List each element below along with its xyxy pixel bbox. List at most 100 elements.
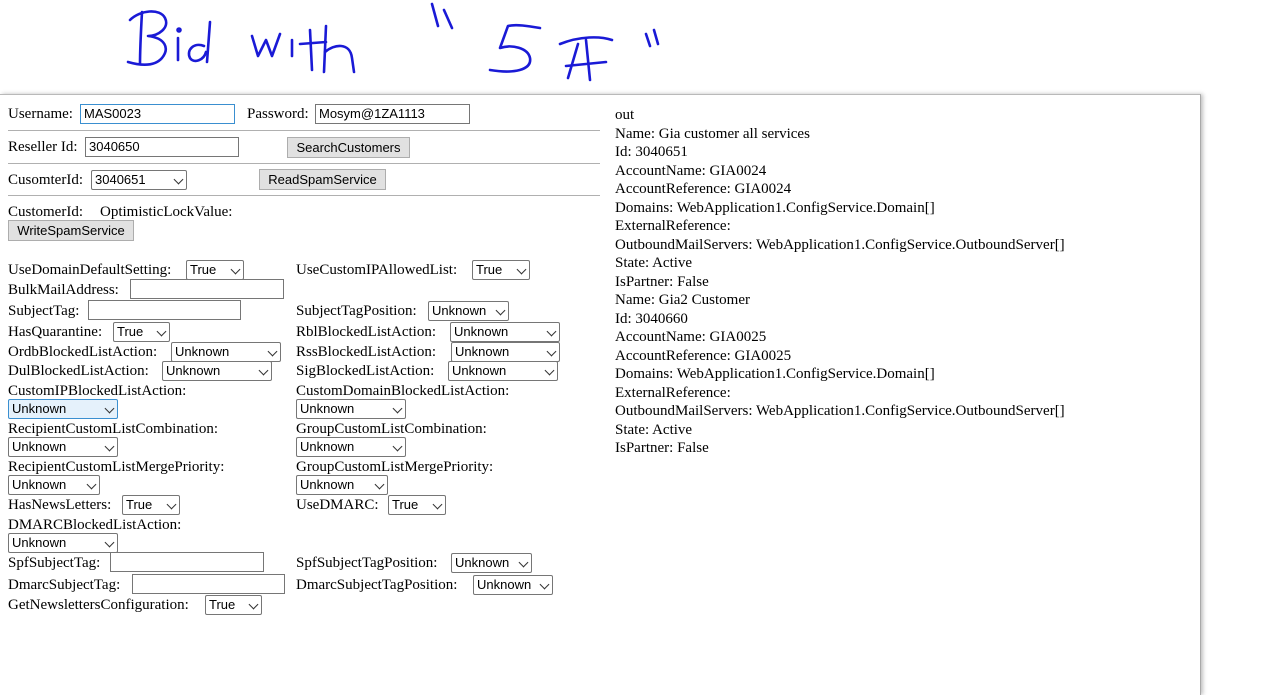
output-line: Name: Gia customer all services — [615, 125, 810, 142]
group-custom-list-merge-priority-select[interactable]: Unknown — [296, 475, 388, 495]
chevron-down-icon — [166, 499, 177, 510]
output-line: AccountReference: GIA0024 — [615, 181, 792, 197]
select-value: Unknown — [300, 401, 355, 416]
select-value: Unknown — [12, 535, 67, 550]
spf-subject-tag-position-label: SpfSubjectTagPosition: — [296, 555, 438, 571]
select-value: True — [209, 597, 236, 612]
chevron-down-icon — [258, 365, 269, 376]
use-dmarc-select[interactable]: True — [388, 495, 446, 515]
sig-blocked-list-action-select[interactable]: Unknown — [448, 361, 558, 381]
select-value: True — [126, 497, 153, 512]
dul-blocked-list-action-select[interactable]: Unknown — [162, 361, 272, 381]
select-value: Unknown — [432, 303, 487, 318]
output-line: AccountName: GIA0025 — [615, 329, 767, 345]
chevron-down-icon — [104, 403, 115, 414]
select-value: True — [476, 262, 503, 277]
use-custom-ip-allowed-list-select[interactable]: True — [472, 260, 530, 280]
chevron-down-icon — [392, 441, 403, 452]
output-panel: out Name: Gia customer all services Id: … — [615, 106, 1065, 458]
read-spam-service-button[interactable]: ReadSpamService — [259, 169, 386, 190]
username-input[interactable]: MAS0023 — [80, 104, 235, 124]
select-value: Unknown — [300, 439, 355, 454]
output-line: Domains: WebApplication1.ConfigService.D… — [615, 199, 935, 216]
use-custom-ip-allowed-list-label: UseCustomIPAllowedList: — [296, 262, 458, 278]
select-value: True — [117, 324, 144, 339]
customer-id-value: 3040651 — [95, 172, 146, 187]
rbl-blocked-list-action-select[interactable]: Unknown — [450, 322, 560, 342]
output-line: ExternalReference: — [615, 218, 731, 234]
group-custom-list-combination-label: GroupCustomListCombination: — [296, 421, 487, 437]
chevron-down-icon — [495, 305, 506, 316]
spf-subject-tag-label: SpfSubjectTag: — [8, 555, 101, 571]
chevron-down-icon — [544, 365, 555, 376]
sig-blocked-list-action-label: SigBlockedListAction: — [296, 363, 435, 379]
get-newsletters-configuration-label: GetNewslettersConfiguration: — [8, 597, 189, 613]
dmarc-blocked-list-action-select[interactable]: Unknown — [8, 533, 118, 553]
subject-tag-position-label: SubjectTagPosition: — [296, 303, 417, 319]
output-line: IsPartner: False — [615, 273, 709, 290]
subject-tag-label: SubjectTag: — [8, 303, 80, 319]
chevron-down-icon — [267, 346, 278, 357]
chevron-down-icon — [546, 346, 557, 357]
chevron-down-icon — [248, 599, 259, 610]
rss-blocked-list-action-select[interactable]: Unknown — [451, 342, 560, 362]
chevron-down-icon — [104, 537, 115, 548]
output-line: AccountReference: GIA0025 — [615, 347, 792, 364]
write-spam-service-button[interactable]: WriteSpamService — [8, 220, 134, 241]
select-value: Unknown — [300, 477, 355, 492]
recipient-custom-list-combination-label: RecipientCustomListCombination: — [8, 421, 218, 437]
custom-ip-blocked-list-action-select[interactable]: Unknown — [8, 399, 118, 419]
get-newsletters-configuration-select[interactable]: True — [205, 595, 262, 615]
select-value: Unknown — [455, 344, 510, 359]
password-input[interactable]: Mosym@1ZA1113 — [315, 104, 470, 124]
output-title: out — [615, 107, 635, 123]
dmarc-subject-tag-input[interactable] — [132, 574, 285, 594]
bulk-mail-address-input[interactable] — [130, 279, 284, 299]
spf-subject-tag-input[interactable] — [110, 552, 264, 572]
select-value: Unknown — [454, 324, 509, 339]
output-line: Id: 3040660 — [615, 310, 688, 327]
chevron-down-icon — [432, 499, 443, 510]
bulk-mail-address-label: BulkMailAddress: — [8, 282, 119, 298]
custom-domain-blocked-list-action-label: CustomDomainBlockedListAction: — [296, 383, 510, 399]
chevron-down-icon — [546, 326, 557, 337]
chevron-down-icon — [539, 579, 550, 590]
chevron-down-icon — [173, 174, 184, 185]
output-line: AccountName: GIA0024 — [615, 162, 767, 179]
handwritten-annotation — [126, 2, 660, 82]
reseller-id-input[interactable]: 3040650 — [85, 137, 239, 157]
select-value: Unknown — [12, 401, 67, 416]
subject-tag-input[interactable] — [88, 300, 241, 320]
group-custom-list-combination-select[interactable]: Unknown — [296, 437, 406, 457]
dmarc-subject-tag-position-select[interactable]: Unknown — [473, 575, 553, 595]
output-line: IsPartner: False — [615, 440, 709, 456]
custom-domain-blocked-list-action-select[interactable]: Unknown — [296, 399, 406, 419]
divider — [8, 163, 600, 164]
output-line: Name: Gia2 Customer — [615, 292, 750, 308]
use-domain-default-setting-label: UseDomainDefaultSetting: — [8, 262, 172, 278]
ordb-blocked-list-action-label: OrdbBlockedListAction: — [8, 344, 158, 360]
use-domain-default-setting-select[interactable]: True — [186, 260, 244, 280]
dul-blocked-list-action-label: DulBlockedListAction: — [8, 363, 149, 379]
subject-tag-position-select[interactable]: Unknown — [428, 301, 509, 321]
recipient-custom-list-combination-select[interactable]: Unknown — [8, 437, 118, 457]
ordb-blocked-list-action-select[interactable]: Unknown — [171, 342, 281, 362]
has-news-letters-select[interactable]: True — [122, 495, 180, 515]
chevron-down-icon — [104, 441, 115, 452]
dmarc-subject-tag-label: DmarcSubjectTag: — [8, 577, 121, 593]
output-line: Domains: WebApplication1.ConfigService.D… — [615, 366, 935, 382]
reseller-id-label: Reseller Id: — [8, 139, 78, 155]
spf-subject-tag-position-select[interactable]: Unknown — [451, 553, 532, 573]
select-value: Unknown — [452, 363, 507, 378]
rbl-blocked-list-action-label: RblBlockedListAction: — [296, 324, 436, 340]
output-line: OutboundMailServers: WebApplication1.Con… — [615, 403, 1065, 419]
search-customers-button[interactable]: SearchCustomers — [287, 137, 410, 158]
rss-blocked-list-action-label: RssBlockedListAction: — [296, 344, 436, 360]
has-quarantine-select[interactable]: True — [113, 322, 170, 342]
chevron-down-icon — [230, 264, 241, 275]
customer-id-static-label: CustomerId: — [8, 204, 83, 220]
customer-id-select[interactable]: 3040651 — [91, 170, 187, 190]
recipient-custom-list-merge-priority-select[interactable]: Unknown — [8, 475, 100, 495]
select-value: True — [190, 262, 217, 277]
use-dmarc-label: UseDMARC: — [296, 497, 379, 513]
